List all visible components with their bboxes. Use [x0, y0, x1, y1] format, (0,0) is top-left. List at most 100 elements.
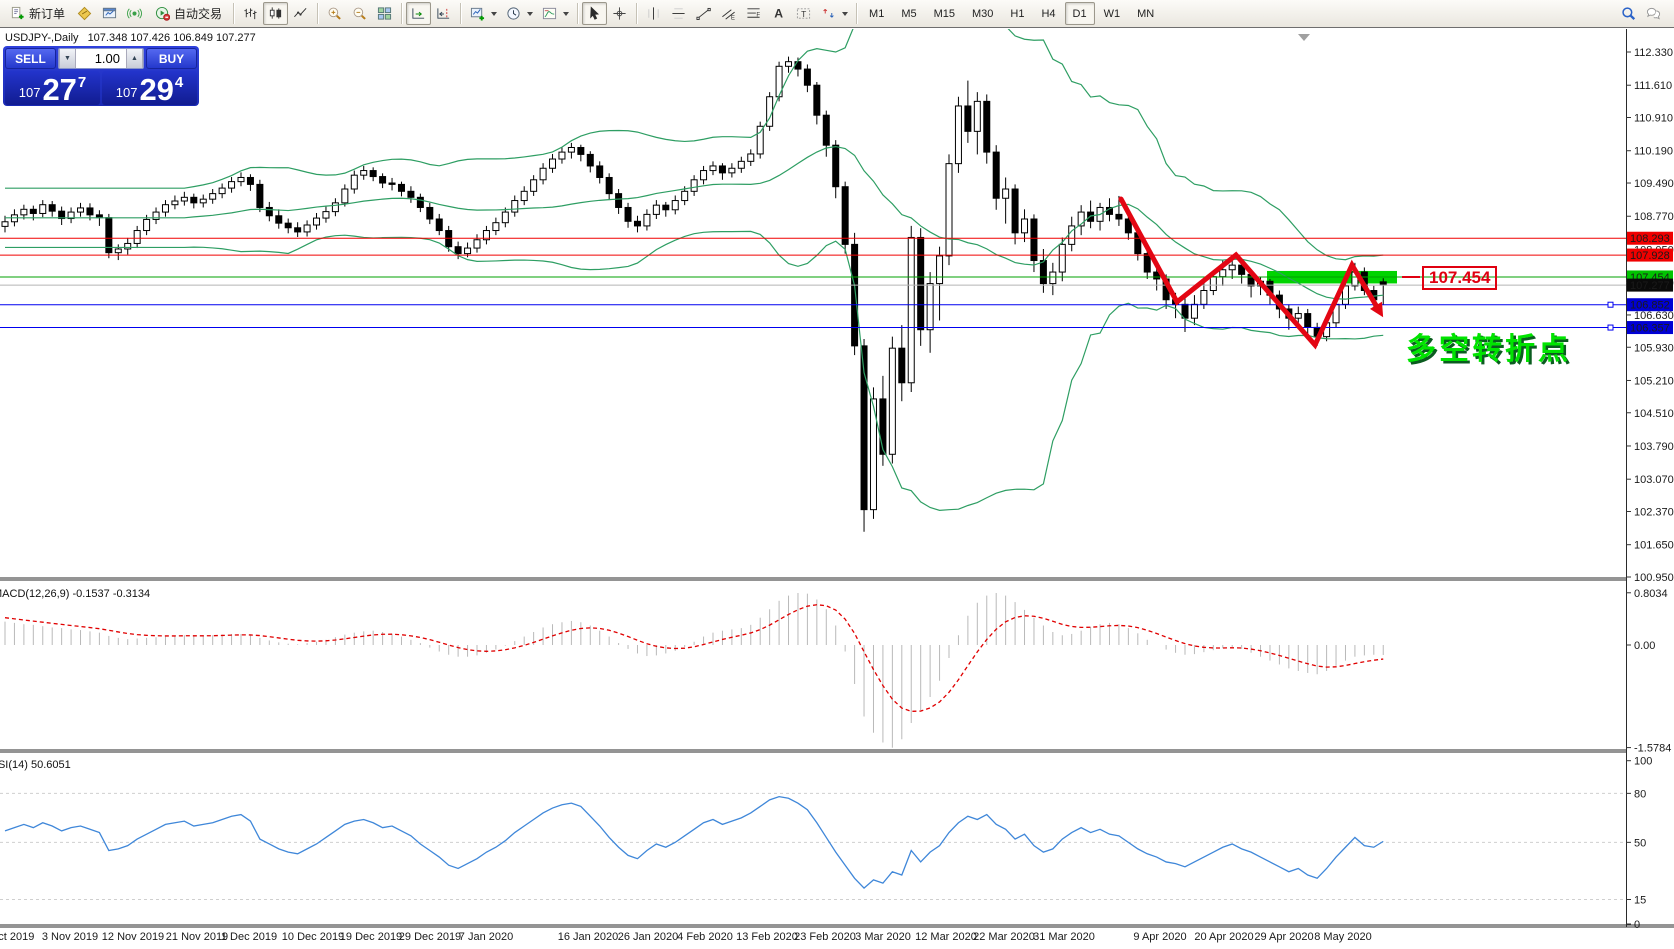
svg-text:103.790: 103.790	[1634, 441, 1674, 453]
text-label-icon: T	[796, 6, 812, 22]
chart-canvas[interactable]: 112.330111.610110.910110.190109.490108.7…	[0, 29, 1674, 949]
signals-icon	[127, 6, 143, 22]
svg-text:31 Mar 2020: 31 Mar 2020	[1033, 931, 1095, 943]
zoom-out-button[interactable]	[347, 2, 372, 25]
sell-button[interactable]: SELL	[5, 48, 56, 69]
zoom-in-button[interactable]	[322, 2, 347, 25]
svg-text:T: T	[801, 9, 806, 19]
svg-text:104.510: 104.510	[1634, 408, 1674, 420]
svg-text:23 Feb 2020: 23 Feb 2020	[794, 931, 856, 943]
svg-text:102.370: 102.370	[1634, 506, 1674, 518]
new-order-button[interactable]: 新订单	[2, 2, 72, 25]
chart-shift-button[interactable]	[431, 2, 456, 25]
bar-chart-button[interactable]	[238, 2, 263, 25]
tile-windows-button[interactable]	[372, 2, 397, 25]
clock-icon	[505, 6, 521, 22]
timeframe-h1-button[interactable]: H1	[1002, 2, 1032, 25]
new-order-label: 新订单	[29, 5, 65, 22]
svg-text:19 Dec 2019: 19 Dec 2019	[340, 931, 402, 943]
templates-button[interactable]	[537, 2, 573, 25]
svg-text:101.650: 101.650	[1634, 540, 1674, 552]
volume-decrease-button[interactable]: ▼	[59, 49, 76, 68]
main-toolbar: 新订单 自动交易 E F A T	[0, 0, 1674, 28]
search-icon	[1621, 6, 1637, 22]
buy-button[interactable]: BUY	[146, 48, 197, 69]
buy-price-main: 29	[139, 75, 173, 104]
horizontal-line-button[interactable]	[666, 2, 691, 25]
horizontal-line-icon	[671, 6, 687, 22]
cursor-button[interactable]	[582, 2, 607, 25]
toolbar-separator	[577, 3, 578, 24]
sell-price-main: 27	[42, 75, 76, 104]
svg-text:-1.5784: -1.5784	[1634, 743, 1671, 755]
fibonacci-button[interactable]: F	[741, 2, 766, 25]
buy-price-sup: 4	[175, 74, 183, 91]
candles	[2, 57, 1386, 532]
sell-price-display[interactable]: 107277	[5, 71, 100, 105]
svg-text:110.190: 110.190	[1634, 146, 1673, 158]
timeframe-m15-button[interactable]: M15	[926, 2, 963, 25]
timeframe-mn-button[interactable]: MN	[1129, 2, 1162, 25]
chart-window[interactable]: 112.330111.610110.910110.190109.490108.7…	[0, 29, 1674, 949]
trendline-button[interactable]	[691, 2, 716, 25]
timeframe-w1-button[interactable]: W1	[1096, 2, 1129, 25]
line-chart-button[interactable]	[288, 2, 313, 25]
vertical-line-icon	[646, 6, 662, 22]
timeframe-m1-button[interactable]: M1	[861, 2, 892, 25]
text-icon: A	[771, 6, 787, 22]
svg-text:10 Dec 2019: 10 Dec 2019	[282, 931, 344, 943]
chat-button[interactable]	[1641, 2, 1666, 25]
svg-text:1 Dec 2019: 1 Dec 2019	[221, 931, 277, 943]
svg-text:29 Dec 2019: 29 Dec 2019	[399, 931, 461, 943]
chart-ohlc-values: 107.348 107.426 106.849 107.277	[88, 32, 256, 44]
toolbar-right-group	[1616, 2, 1666, 25]
svg-text:29 Apr 2020: 29 Apr 2020	[1254, 931, 1313, 943]
svg-text:106.630: 106.630	[1634, 310, 1674, 322]
channel-button[interactable]: E	[716, 2, 741, 25]
buy-price-prefix: 107	[116, 85, 138, 100]
arrows-tool-button[interactable]	[816, 2, 852, 25]
rsi-indicator-label: RSI(14) 50.6051	[0, 759, 71, 771]
autotrading-button[interactable]: 自动交易	[147, 2, 229, 25]
auto-scroll-button[interactable]	[406, 2, 431, 25]
candlestick-chart-button[interactable]	[263, 2, 288, 25]
signals-button[interactable]	[122, 2, 147, 25]
vertical-line-button[interactable]	[641, 2, 666, 25]
timeframe-h4-button[interactable]: H4	[1033, 2, 1063, 25]
chevron-down-icon	[842, 12, 848, 16]
svg-text:9 Apr 2020: 9 Apr 2020	[1133, 931, 1186, 943]
svg-text:108.293: 108.293	[1630, 233, 1670, 245]
terminal-button[interactable]	[97, 2, 122, 25]
svg-text:100: 100	[1634, 756, 1652, 768]
chevron-down-icon	[527, 12, 533, 16]
svg-text:109.490: 109.490	[1634, 178, 1674, 190]
timeframe-m5-button[interactable]: M5	[893, 2, 924, 25]
new-chart-button[interactable]	[465, 2, 501, 25]
text-tool-button[interactable]: A	[766, 2, 791, 25]
volume-increase-button[interactable]: ▲	[126, 49, 143, 68]
crosshair-button[interactable]	[607, 2, 632, 25]
volume-input[interactable]	[76, 49, 126, 68]
bar-chart-icon	[243, 6, 259, 22]
date-axis-labels: Oct 20193 Nov 201912 Nov 201921 Nov 2019…	[0, 931, 1372, 943]
label-tool-button[interactable]: T	[791, 2, 816, 25]
new-order-icon	[9, 6, 25, 22]
metaeditor-button[interactable]	[72, 2, 97, 25]
chart-shift-marker	[1298, 34, 1310, 41]
timeframe-m30-button[interactable]: M30	[964, 2, 1001, 25]
svg-text:112.330: 112.330	[1634, 47, 1673, 59]
sell-price-prefix: 107	[19, 85, 41, 100]
buy-price-display[interactable]: 107294	[102, 71, 197, 105]
svg-text:13 Feb 2020: 13 Feb 2020	[736, 931, 798, 943]
search-button[interactable]	[1616, 2, 1641, 25]
metaeditor-icon	[77, 6, 93, 22]
autotrading-label: 自动交易	[174, 5, 222, 22]
svg-text:Oct 2019: Oct 2019	[0, 931, 34, 943]
svg-text:0: 0	[1634, 919, 1640, 931]
tile-windows-icon	[377, 6, 393, 22]
svg-text:3 Nov 2019: 3 Nov 2019	[42, 931, 98, 943]
trendline-icon	[696, 6, 712, 22]
zoom-out-icon	[352, 6, 368, 22]
timeframe-d1-button[interactable]: D1	[1065, 2, 1095, 25]
periods-button[interactable]	[501, 2, 537, 25]
